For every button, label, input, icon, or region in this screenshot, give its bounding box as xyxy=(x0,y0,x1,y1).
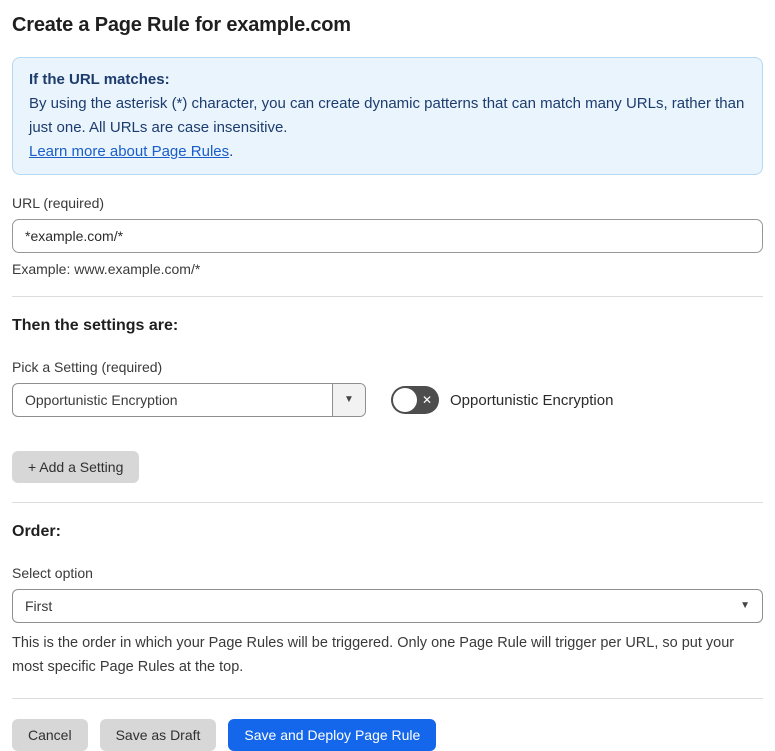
setting-picker-label: Pick a Setting (required) xyxy=(12,359,163,375)
order-select-value: First xyxy=(25,598,53,614)
opportunistic-encryption-toggle[interactable]: ✕ xyxy=(391,386,439,414)
learn-more-link[interactable]: Learn more about Page Rules xyxy=(29,143,229,160)
toggle-thumb xyxy=(393,388,417,412)
chevron-down-icon: ▼ xyxy=(344,394,354,405)
url-match-info-box: If the URL matches: By using the asteris… xyxy=(12,57,763,175)
setting-select-value: Opportunistic Encryption xyxy=(25,392,178,408)
create-page-rule-form: Create a Page Rule for example.com If th… xyxy=(0,0,775,751)
url-input[interactable] xyxy=(12,219,763,253)
info-box-heading: If the URL matches: xyxy=(29,71,170,88)
divider xyxy=(12,698,763,699)
cancel-button[interactable]: Cancel xyxy=(12,719,88,751)
save-deploy-button[interactable]: Save and Deploy Page Rule xyxy=(228,719,437,751)
toggle-off-x-icon: ✕ xyxy=(421,393,432,407)
setting-row: Opportunistic Encryption ▼ ✕ Opportunist… xyxy=(12,383,763,417)
order-select[interactable]: First ▼ xyxy=(12,589,763,623)
settings-section-heading: Then the settings are: xyxy=(12,317,179,334)
url-label: URL (required) xyxy=(12,195,105,211)
setting-select[interactable]: Opportunistic Encryption ▼ xyxy=(12,383,366,417)
footer-actions: Cancel Save as Draft Save and Deploy Pag… xyxy=(12,719,763,751)
divider xyxy=(12,502,763,503)
order-section-heading: Order: xyxy=(12,523,61,540)
setting-select-caret-box: ▼ xyxy=(332,384,365,416)
info-box-link-line: Learn more about Page Rules. xyxy=(29,140,746,164)
add-setting-button[interactable]: + Add a Setting xyxy=(12,451,140,483)
link-suffix: . xyxy=(229,143,234,160)
toggle-setting-label: Opportunistic Encryption xyxy=(450,391,614,409)
url-example-hint: Example: www.example.com/* xyxy=(12,261,201,277)
order-select-label: Select option xyxy=(12,565,93,581)
save-draft-button[interactable]: Save as Draft xyxy=(99,719,217,751)
page-title: Create a Page Rule for example.com xyxy=(12,14,351,36)
order-help-text: This is the order in which your Page Rul… xyxy=(12,635,735,675)
info-box-body: By using the asterisk (*) character, you… xyxy=(29,95,745,136)
chevron-down-icon: ▼ xyxy=(740,600,750,611)
divider xyxy=(12,296,763,297)
